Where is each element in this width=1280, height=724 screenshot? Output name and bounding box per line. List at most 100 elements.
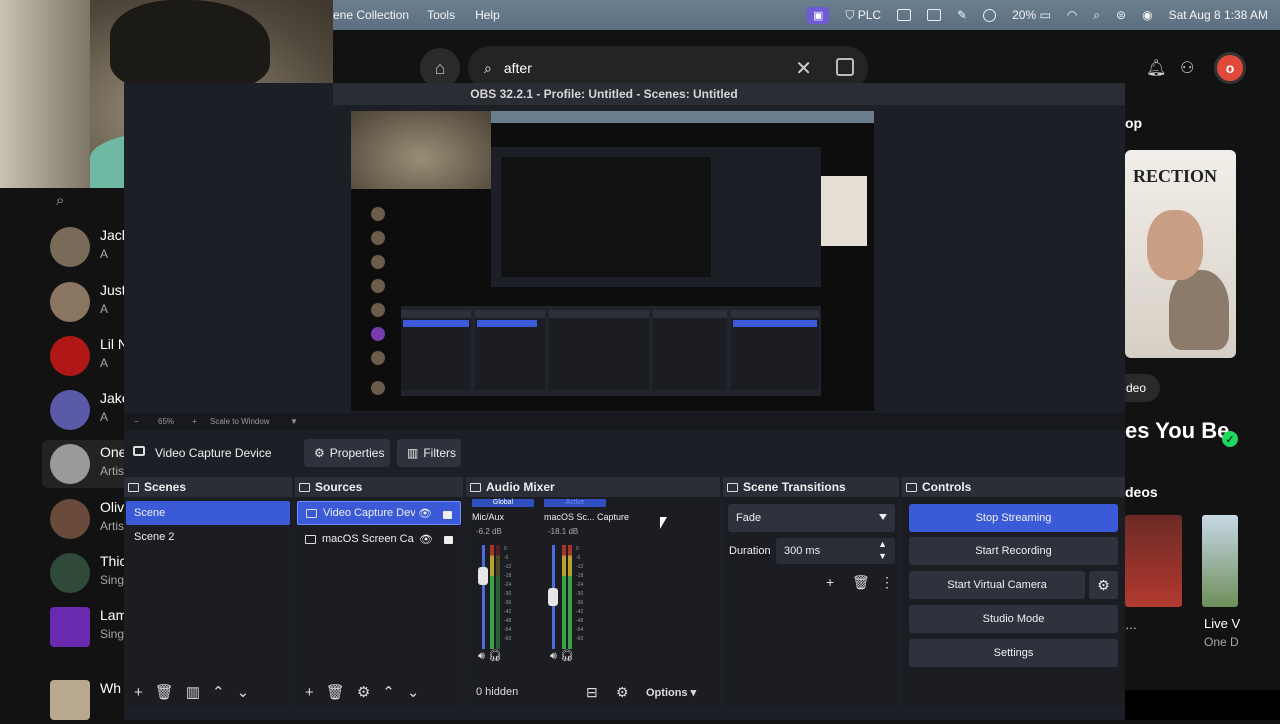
album-cover[interactable]: RECTION (1125, 150, 1236, 358)
studio-mode-button[interactable]: Studio Mode (909, 605, 1118, 633)
pen-icon[interactable]: ✎ (957, 8, 967, 22)
duration-input[interactable]: 300 ms ▲ ▼ (776, 538, 895, 564)
bell-icon[interactable]: 🔔︎ (1146, 58, 1166, 78)
move-down-icon[interactable]: ⌄ (237, 683, 250, 701)
library-item[interactable]: Jacl A (48, 223, 128, 271)
battery-status[interactable]: 20% ▭ (1012, 8, 1051, 22)
clock[interactable]: Sat Aug 8 1:38 AM (1169, 8, 1268, 22)
remove-transition-icon[interactable]: 🗑︎ (852, 574, 870, 591)
start-virtual-camera-button[interactable]: Start Virtual Camera (909, 571, 1085, 599)
chevron-down-icon[interactable]: ▼ (290, 417, 298, 426)
filters-button[interactable]: ▥ Filters (397, 439, 461, 467)
preview-avatar (371, 255, 385, 269)
scene-filters-icon[interactable]: ▥ (186, 683, 200, 701)
stop-streaming-button[interactable]: Stop Streaming (909, 504, 1118, 532)
mouse-cursor (660, 517, 667, 529)
lock-icon[interactable] (443, 511, 452, 519)
channel-db: -6.2 dB (476, 527, 502, 536)
video-thumbnail[interactable] (1202, 515, 1238, 607)
library-item[interactable]: Olivi Artis (48, 495, 128, 543)
home-icon: ⌂ (434, 57, 446, 78)
virtual-camera-settings-button[interactable]: ⚙ (1089, 571, 1118, 599)
chevron-up-icon[interactable]: ▲ (878, 539, 887, 549)
saved-check-icon[interactable]: ✓ (1222, 431, 1238, 447)
play-icon[interactable] (983, 8, 997, 22)
video-thumbnail[interactable] (1125, 515, 1182, 607)
menu-help[interactable]: Help (475, 8, 500, 22)
speaker-icon[interactable]: 🔊︎ (550, 650, 557, 662)
menu-tools[interactable]: Tools (427, 8, 455, 22)
remove-source-icon[interactable]: 🗑︎ (326, 683, 345, 701)
scene-item[interactable]: Scene 2 (126, 525, 290, 549)
remove-scene-icon[interactable]: 🗑︎ (155, 683, 174, 701)
layout-toggle-icon[interactable]: ⊟ (586, 684, 616, 701)
settings-button[interactable]: Settings (909, 639, 1118, 667)
channel-name[interactable]: Mic/Aux (472, 512, 504, 522)
artist-thumbnail (50, 499, 90, 539)
zoom-out-icon[interactable]: − (134, 417, 139, 426)
friends-icon[interactable]: ⚇ (1180, 58, 1194, 78)
profile-avatar[interactable]: o (1214, 52, 1246, 84)
clear-search-icon[interactable]: ✕ (795, 56, 812, 81)
gear-icon: ⚙ (314, 446, 325, 460)
audio-mixer-toolbar: 0 hidden ⊟ ⚙ Options ▾ (466, 677, 720, 707)
lock-icon[interactable] (444, 536, 453, 544)
home-button[interactable]: ⌂ (420, 48, 460, 88)
headphone-icon[interactable]: 🎧︎ (560, 650, 574, 662)
camera-icon (306, 508, 317, 518)
window-icon[interactable] (927, 9, 942, 21)
add-scene-icon[interactable]: + (134, 684, 143, 701)
videos-heading: deos (1125, 484, 1158, 500)
eye-icon[interactable]: 👁︎ (419, 533, 433, 546)
more-options-icon[interactable]: ⋮ (880, 574, 894, 591)
channel-name[interactable]: macOS Sc... Capture (544, 512, 629, 522)
siri-icon[interactable]: ◉ (1142, 8, 1152, 22)
library-search-icon[interactable]: ⌕ (56, 192, 64, 209)
volume-fader-track[interactable] (482, 545, 485, 649)
preview-dock (401, 310, 471, 390)
plc-status[interactable]: ⛉ PLC (845, 8, 881, 23)
library-item[interactable]: Just A (48, 278, 128, 326)
preview-album-cover (821, 176, 867, 246)
source-properties-icon[interactable]: ⚙ (357, 683, 370, 701)
spotlight-icon[interactable]: ⌕ (1093, 8, 1100, 23)
library-item[interactable]: Thic Sing (48, 549, 128, 597)
source-item[interactable]: Video Capture Devi 👁︎ (297, 501, 461, 525)
display-icon[interactable] (897, 9, 912, 21)
transition-select[interactable]: Fade (728, 504, 895, 532)
source-item[interactable]: macOS Screen Capt 👁︎ (297, 527, 461, 551)
add-transition-icon[interactable]: + (826, 574, 834, 590)
library-item[interactable]: Lam Sing (48, 603, 128, 651)
menu-scene-collection[interactable]: ene Collection (333, 8, 409, 22)
dock-icon (470, 482, 481, 492)
scale-select[interactable]: Scale to Window (210, 417, 270, 426)
add-source-icon[interactable]: + (305, 684, 314, 701)
sources-dock: Sources Video Capture Devi 👁︎ macOS Scre… (295, 477, 463, 707)
eye-icon[interactable]: 👁︎ (418, 507, 432, 520)
volume-fader-knob[interactable] (478, 566, 488, 585)
sources-toolbar: + 🗑︎ ⚙ ⌃ ⌄ (295, 677, 463, 707)
artist-thumbnail (50, 227, 90, 267)
library-item-active[interactable]: One Artis (42, 440, 128, 488)
now-playing[interactable]: Wh (48, 676, 128, 724)
start-recording-button[interactable]: Start Recording (909, 537, 1118, 565)
program-preview[interactable] (351, 111, 874, 411)
mixer-settings-icon[interactable]: ⚙ (616, 684, 646, 701)
move-up-icon[interactable]: ⌃ (212, 683, 225, 701)
zoom-in-icon[interactable]: + (192, 417, 197, 426)
screen-share-icon[interactable]: ▣ (806, 6, 830, 24)
chevron-down-icon[interactable]: ▼ (878, 551, 887, 561)
library-item[interactable]: Lil N A (48, 332, 128, 380)
wifi-icon[interactable]: ◠ (1067, 8, 1077, 22)
speaker-icon[interactable]: 🔊︎ (478, 650, 485, 662)
move-down-icon[interactable]: ⌄ (407, 683, 420, 701)
control-center-icon[interactable]: ⊜ (1116, 8, 1126, 22)
library-item[interactable]: Jake A (48, 386, 130, 434)
browse-icon[interactable] (836, 58, 854, 76)
headphone-icon[interactable]: 🎧︎ (488, 650, 502, 662)
options-button[interactable]: Options ▾ (646, 686, 696, 699)
volume-fader-knob[interactable] (548, 588, 558, 606)
scene-item[interactable]: Scene (126, 501, 290, 525)
move-up-icon[interactable]: ⌃ (382, 683, 395, 701)
properties-button[interactable]: ⚙ Properties (304, 439, 390, 467)
